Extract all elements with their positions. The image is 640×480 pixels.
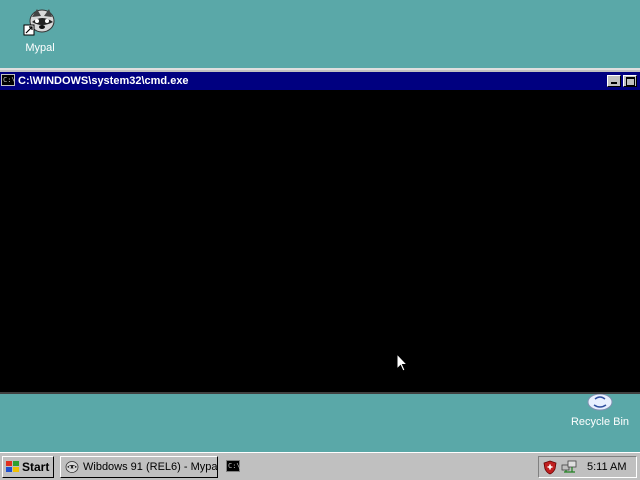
start-label: Start (22, 460, 50, 474)
window-titlebar[interactable]: C:\ C:\WINDOWS\system32\cmd.exe (0, 72, 640, 90)
start-button[interactable]: Start (2, 456, 54, 478)
network-icon[interactable] (561, 460, 577, 475)
taskbar-button-label: Wibdows 91 (REL6) - Mypal (83, 461, 218, 473)
window-title: C:\WINDOWS\system32\cmd.exe (18, 75, 189, 87)
desktop-icon-label: Recycle Bin (570, 416, 630, 428)
mypal-browser-icon (65, 461, 79, 473)
desktop-icon-label: Mypal (25, 42, 55, 54)
taskbar: Start Wibdows 91 (REL6) - Mypal C:\ 5:11… (0, 452, 640, 480)
windows-logo-icon (6, 461, 19, 472)
taskbar-button-cmd[interactable]: C:\ (222, 456, 246, 478)
cmd-icon: C:\ (226, 460, 241, 472)
mypal-browser-icon (23, 9, 55, 36)
taskbar-button-mypal[interactable]: Wibdows 91 (REL6) - Mypal (60, 456, 218, 478)
system-tray: 5:11 AM (538, 456, 637, 478)
clock[interactable]: 5:11 AM (587, 461, 627, 473)
mouse-pointer-icon (396, 353, 408, 372)
maximize-button[interactable] (623, 75, 637, 87)
cmd-icon[interactable]: C:\ (1, 74, 16, 86)
shield-icon[interactable] (543, 460, 557, 475)
console-area[interactable] (0, 90, 640, 392)
cmd-window[interactable]: C:\ C:\WINDOWS\system32\cmd.exe (0, 68, 640, 394)
desktop-icon-recycle-bin[interactable]: Recycle Bin (565, 393, 635, 429)
desktop-icon-mypal[interactable]: Mypal (5, 5, 75, 55)
minimize-button[interactable] (607, 75, 621, 87)
recycle-bin-icon (587, 393, 613, 411)
